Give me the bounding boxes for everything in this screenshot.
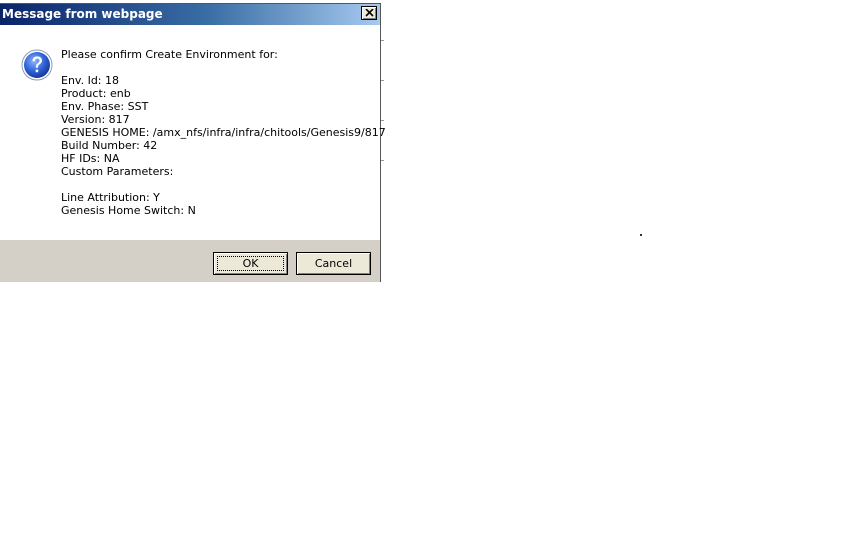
message-field: Custom Parameters: [61,165,174,178]
message-gap [61,178,386,191]
message-field: HF IDs: NA [61,152,120,165]
message-field: Genesis Home Switch: N [61,204,196,217]
cancel-button[interactable]: Cancel [296,252,371,275]
message-field: Env. Id: 18 [61,74,119,87]
dialog-titlebar[interactable]: Message from webpage [0,4,380,25]
dialog-title: Message from webpage [2,7,163,21]
close-icon [365,9,374,17]
message-prompt: Please confirm Create Environment for: [61,48,278,61]
message-field: Version: 817 [61,113,130,126]
focus-outline [217,256,284,271]
dialog-message: Please confirm Create Environment for: E… [61,48,386,217]
message-field: Build Number: 42 [61,139,158,152]
background-dot [640,234,642,236]
message-gap [61,61,386,74]
message-field: Product: enb [61,87,131,100]
confirm-dialog: Message from webpage Please confirm Crea… [0,3,386,282]
background-divider [381,40,384,41]
message-field: Line Attribution: Y [61,191,160,204]
question-icon [21,49,53,81]
ok-button[interactable]: OK [213,252,288,275]
cancel-button-label: Cancel [314,257,353,270]
close-button[interactable] [361,6,377,20]
message-field: GENESIS HOME: /amx_nfs/infra/infra/chito… [61,126,386,139]
message-field: Env. Phase: SST [61,100,149,113]
dialog-button-bar: OK Cancel [0,240,380,282]
